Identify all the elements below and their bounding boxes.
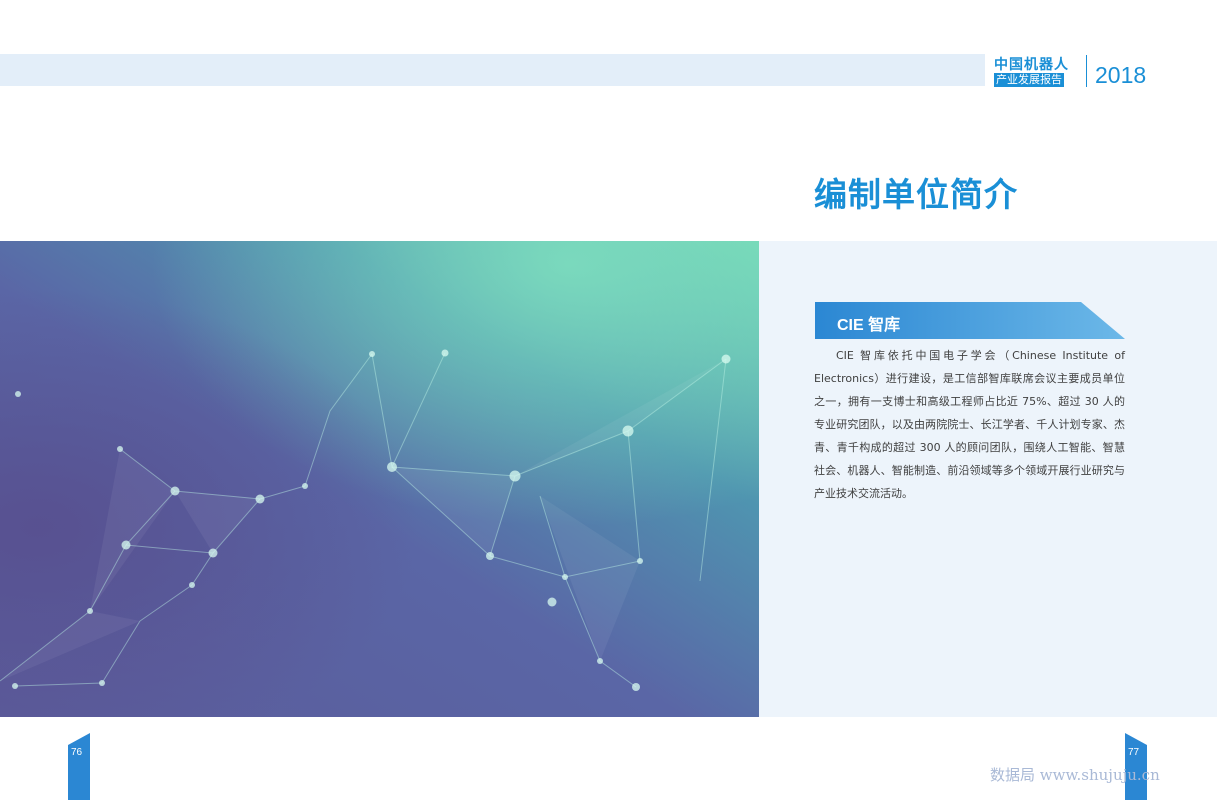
- section-heading-tab: CIE 智库: [815, 302, 1125, 339]
- section-title: CIE 智库: [837, 317, 901, 334]
- page-number-left-label: 76: [71, 747, 83, 758]
- page-title: 编制单位简介: [814, 175, 1018, 214]
- hero-network-image: [0, 241, 759, 717]
- brand-subtitle: 产业发展报告: [994, 73, 1064, 87]
- watermark: 数据局 www.shujuju.cn: [990, 766, 1160, 784]
- brand-year: 2018: [1095, 62, 1147, 88]
- brand-title: 中国机器人: [994, 57, 1069, 73]
- report-brand: 中国机器人 产业发展报告 2018: [994, 54, 1154, 88]
- page-number-left: 76: [68, 733, 90, 800]
- brand-divider: [1086, 55, 1087, 87]
- header-band: [0, 54, 985, 86]
- page-number-right-label: 77: [1128, 747, 1140, 758]
- section-body: CIE 智库依托中国电子学会（Chinese Institute of Elec…: [814, 349, 1125, 500]
